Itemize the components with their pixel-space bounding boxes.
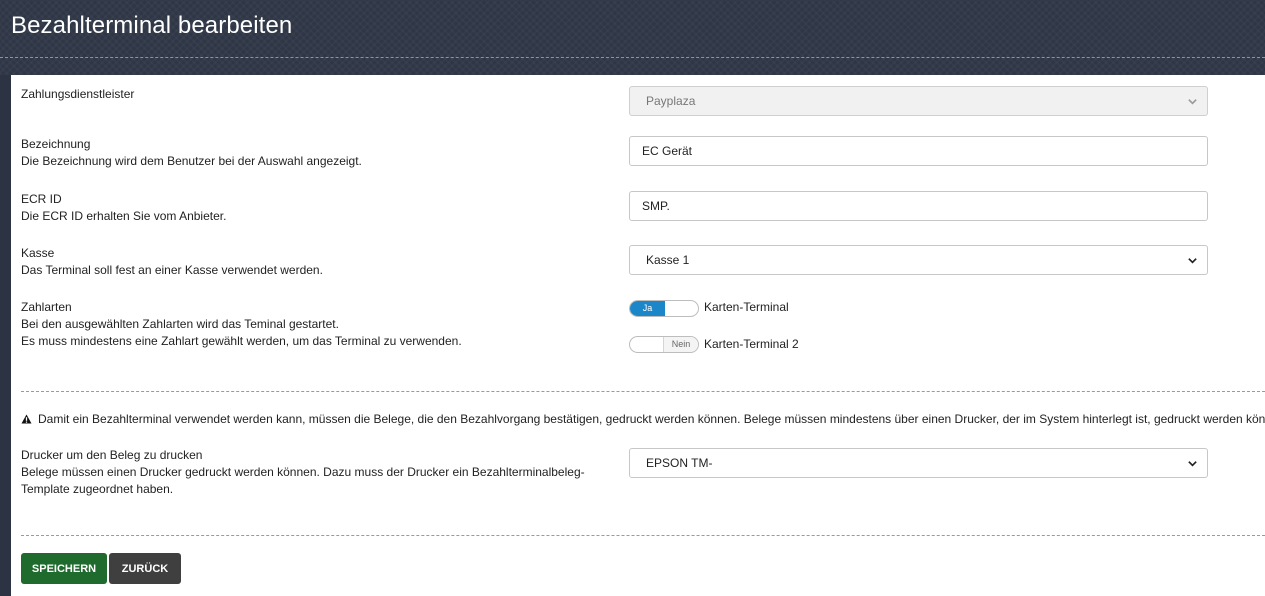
payment-types-description-1: Bei den ausgewählten Zahlarten wird das … xyxy=(21,317,339,331)
register-label: Kasse xyxy=(21,246,55,260)
name-input-value: EC Gerät xyxy=(642,144,693,158)
toggle-off-label: Nein xyxy=(663,337,698,352)
name-input[interactable]: EC Gerät xyxy=(629,136,1208,166)
payment-types-description-2: Es muss mindestens eine Zahlart gewählt … xyxy=(21,334,462,348)
section-divider xyxy=(21,391,1265,392)
provider-label-group: Zahlungsdienstleister xyxy=(21,86,134,103)
payment-types-label: Zahlarten xyxy=(21,300,72,314)
section-divider xyxy=(21,535,1265,536)
name-label-group: Bezeichnung Die Bezeichnung wird dem Ben… xyxy=(21,136,362,170)
header-divider xyxy=(0,57,1265,58)
name-description: Die Bezeichnung wird dem Benutzer bei de… xyxy=(21,154,362,168)
printer-label-group: Drucker um den Beleg zu drucken Belege m… xyxy=(21,447,585,498)
register-description: Das Terminal soll fest an einer Kasse ve… xyxy=(21,263,323,277)
ecr-label: ECR ID xyxy=(21,192,62,206)
name-label: Bezeichnung xyxy=(21,137,91,151)
provider-select[interactable]: Payplaza xyxy=(629,86,1208,116)
printer-select-value: EPSON TM- xyxy=(646,456,713,470)
toggle-on-label: Ja xyxy=(630,301,665,316)
printer-warning: Damit ein Bezahlterminal verwendet werde… xyxy=(21,412,1265,426)
save-button[interactable]: SPEICHERN xyxy=(21,553,107,584)
payment-type-label-1: Karten-Terminal xyxy=(704,300,789,314)
ecr-description: Die ECR ID erhalten Sie vom Anbieter. xyxy=(21,209,227,223)
payment-types-label-group: Zahlarten Bei den ausgewählten Zahlarten… xyxy=(21,299,462,350)
ecr-label-group: ECR ID Die ECR ID erhalten Sie vom Anbie… xyxy=(21,191,226,225)
printer-label: Drucker um den Beleg zu drucken xyxy=(21,448,203,462)
register-select-value: Kasse 1 xyxy=(646,253,690,267)
chevron-down-icon xyxy=(1188,99,1197,105)
chevron-down-icon xyxy=(1188,461,1197,467)
warning-icon xyxy=(21,414,32,424)
payment-type-toggle-1[interactable]: Ja xyxy=(629,300,699,317)
printer-select[interactable]: EPSON TM- xyxy=(629,448,1208,478)
register-label-group: Kasse Das Terminal soll fest an einer Ka… xyxy=(21,245,323,279)
provider-label: Zahlungsdienstleister xyxy=(21,87,135,101)
printer-description-1: Belege müssen einen Drucker gedruckt wer… xyxy=(21,465,585,479)
warning-text: Damit ein Bezahlterminal verwendet werde… xyxy=(38,412,1265,426)
payment-type-toggle-2[interactable]: Nein xyxy=(629,336,699,353)
register-select[interactable]: Kasse 1 xyxy=(629,245,1208,275)
form-panel: Zahlungsdienstleister Payplaza Bezeichnu… xyxy=(11,75,1265,596)
ecr-id-input-value: SMP. xyxy=(642,199,670,213)
page-header: Bezahlterminal bearbeiten xyxy=(0,0,1265,75)
back-button[interactable]: ZURÜCK xyxy=(109,553,181,584)
payment-type-label-2: Karten-Terminal 2 xyxy=(704,337,799,351)
chevron-down-icon xyxy=(1188,258,1197,264)
provider-select-value: Payplaza xyxy=(646,94,696,108)
page-title: Bezahlterminal bearbeiten xyxy=(11,12,293,39)
printer-description-2: Template zugeordnet haben. xyxy=(21,482,174,496)
ecr-id-input[interactable]: SMP. xyxy=(629,191,1208,221)
